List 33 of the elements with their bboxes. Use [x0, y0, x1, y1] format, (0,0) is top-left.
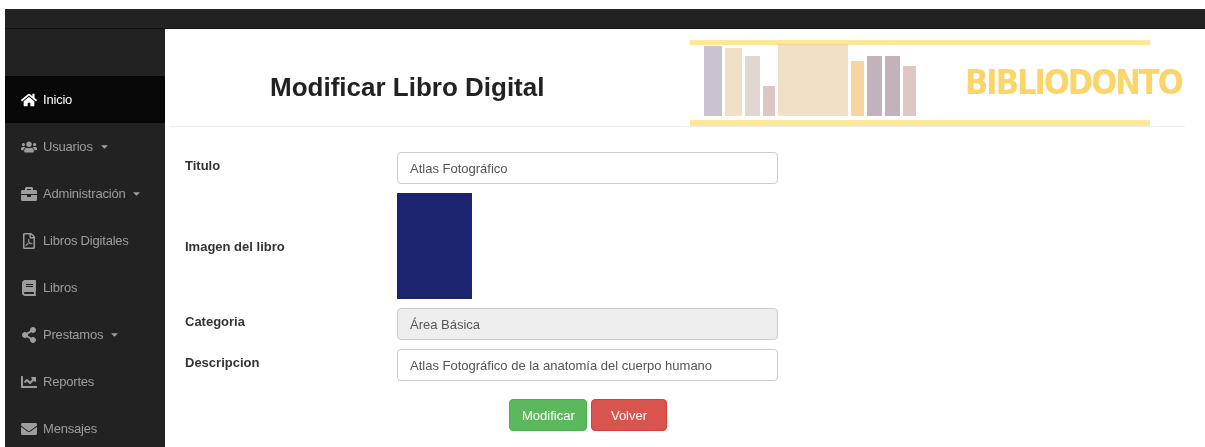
book-spine: [704, 46, 722, 116]
book-spine: [885, 56, 901, 116]
book-spine: [867, 56, 883, 116]
pdf-file-icon: [21, 232, 37, 249]
sidebar-item[interactable]: Inicio: [5, 76, 165, 123]
field-label: Imagen del libro: [185, 238, 286, 254]
book-spine: [724, 48, 742, 116]
home-icon: [21, 91, 37, 108]
book-spine: [850, 61, 865, 116]
share-icon: [21, 326, 37, 343]
field-label: Descripcion: [185, 354, 261, 370]
action-button[interactable]: Volver: [591, 399, 667, 431]
book-spine: [744, 56, 760, 116]
field-label: Titulo: [185, 157, 222, 173]
sidebar-item[interactable]: Administración: [5, 170, 165, 217]
banner-logo: BIBLIODONTO: [965, 62, 1182, 102]
sidebar-item[interactable]: Libros Digitales: [5, 217, 165, 264]
field-label: Categoria: [185, 313, 246, 329]
sidebar-item[interactable]: Mensajes: [5, 405, 165, 447]
sidebar-item[interactable]: Usuarios: [5, 123, 165, 170]
sidebar-item[interactable]: Reportes: [5, 358, 165, 405]
briefcase-icon: [21, 185, 37, 202]
sidebar-item[interactable]: Prestamos: [5, 311, 165, 358]
text-field[interactable]: Atlas Fotográfico: [397, 152, 778, 184]
page-title: Modificar Libro Digital: [270, 70, 546, 103]
book-spine: [762, 86, 775, 116]
book-icon: [21, 279, 37, 296]
book-spine: [903, 66, 916, 116]
line-chart-icon: [21, 373, 37, 390]
sidebar-item[interactable]: Libros: [5, 264, 165, 311]
envelope-icon: [21, 420, 37, 437]
book-spine: [777, 44, 848, 116]
text-field[interactable]: Atlas Fotográfico de la anatomía del cuerpo humano: [397, 349, 778, 381]
